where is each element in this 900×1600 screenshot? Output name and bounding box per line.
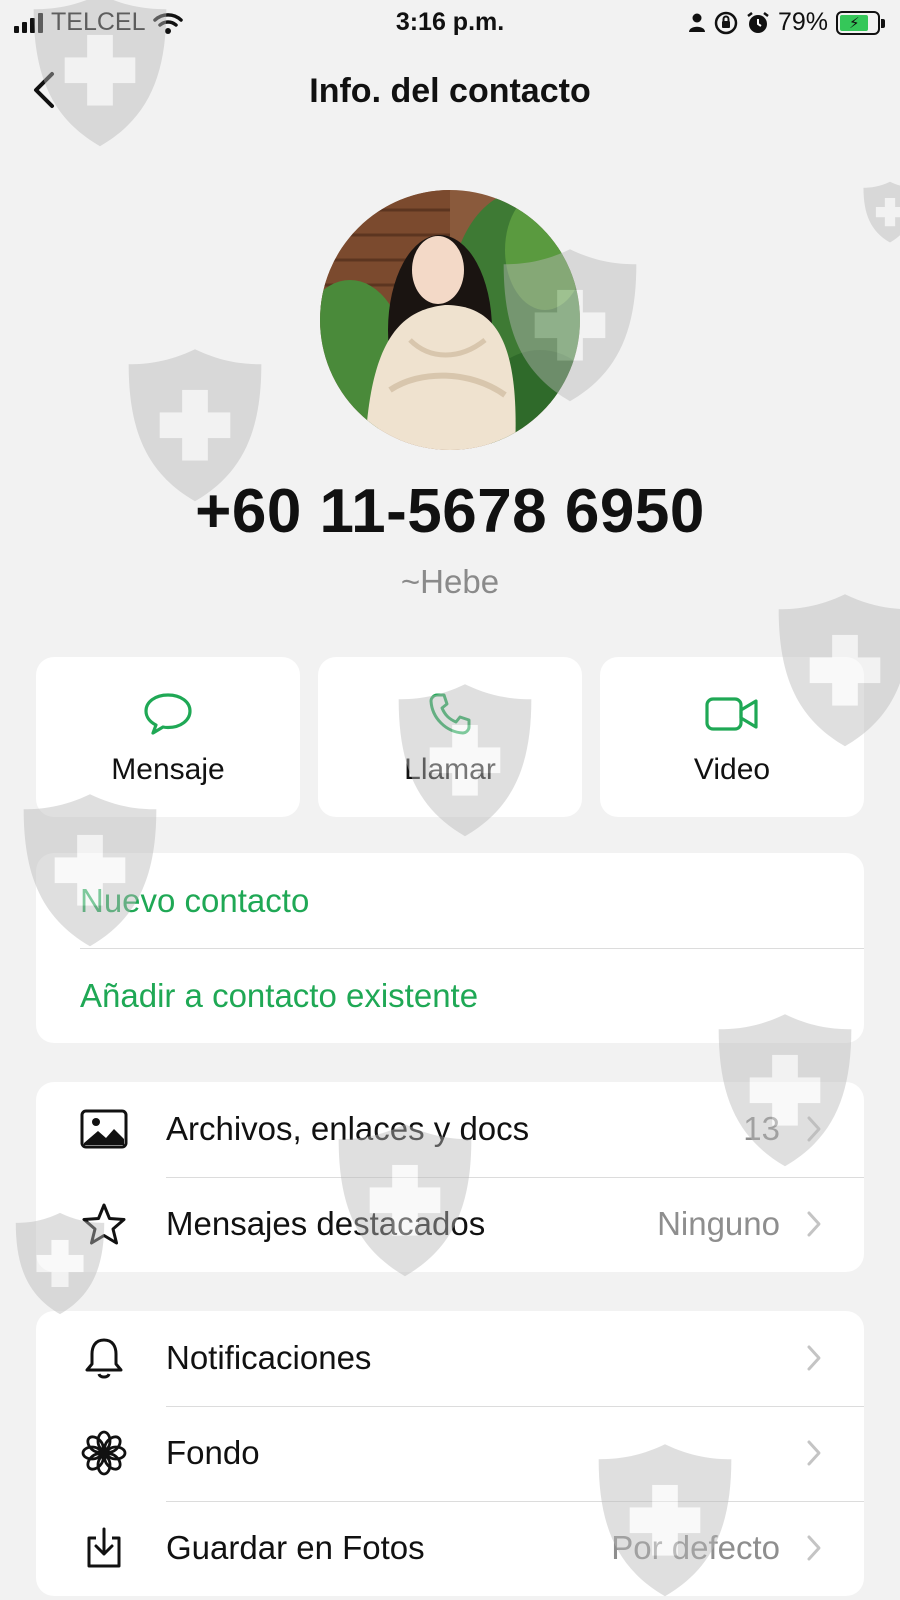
chevron-right-icon bbox=[807, 1116, 821, 1142]
contact-phone: +60 11-5678 6950 bbox=[195, 477, 705, 546]
bell-icon bbox=[80, 1335, 128, 1381]
starred-messages-label: Mensajes destacados bbox=[166, 1205, 486, 1242]
save-to-photos-label: Guardar en Fotos bbox=[166, 1529, 425, 1566]
message-button[interactable]: Mensaje bbox=[36, 657, 300, 817]
image-icon bbox=[80, 1106, 128, 1152]
status-right: 79% ⚡ bbox=[688, 8, 885, 37]
battery-percent: 79% bbox=[777, 8, 828, 36]
wallpaper-label: Fondo bbox=[166, 1434, 260, 1471]
nav-bar: Info. del contacto bbox=[0, 56, 900, 126]
battery-icon: ⚡ bbox=[836, 10, 885, 35]
contact-options-card: Nuevo contacto Añadir a contacto existen… bbox=[36, 853, 864, 1043]
save-to-photos-row[interactable]: Guardar en Fotos Por defecto bbox=[36, 1501, 864, 1596]
call-button[interactable]: Llamar bbox=[318, 657, 582, 817]
download-icon bbox=[80, 1525, 128, 1571]
contact-name: ~Hebe bbox=[400, 563, 500, 600]
add-to-existing-label: Añadir a contacto existente bbox=[80, 976, 479, 1014]
page-title: Info. del contacto bbox=[309, 72, 591, 110]
files-links-docs-label: Archivos, enlaces y docs bbox=[166, 1110, 530, 1147]
new-contact-label: Nuevo contacto bbox=[80, 881, 310, 919]
message-icon bbox=[141, 691, 195, 737]
starred-messages-row[interactable]: Mensajes destacados Ninguno bbox=[36, 1177, 864, 1272]
files-links-docs-row[interactable]: Archivos, enlaces y docs 13 bbox=[36, 1082, 864, 1177]
video-label: Video bbox=[693, 753, 771, 786]
call-label: Llamar bbox=[404, 753, 496, 786]
contact-avatar[interactable] bbox=[320, 190, 580, 450]
wallpaper-row[interactable]: Fondo bbox=[36, 1406, 864, 1501]
video-icon bbox=[705, 691, 759, 737]
alarm-icon bbox=[747, 11, 769, 33]
watermark-shield-icon bbox=[860, 180, 900, 244]
video-button[interactable]: Video bbox=[600, 657, 864, 817]
status-bar: TELCEL 3:16 p.m. 79% ⚡ bbox=[0, 0, 900, 46]
notifications-label: Notificaciones bbox=[166, 1339, 372, 1376]
new-contact-button[interactable]: Nuevo contacto bbox=[36, 853, 864, 948]
action-buttons: Mensaje Llamar Video bbox=[36, 657, 864, 817]
flower-icon bbox=[80, 1430, 128, 1476]
chevron-right-icon bbox=[807, 1440, 821, 1466]
media-card: Archivos, enlaces y docs 13 Mensajes des… bbox=[36, 1082, 864, 1272]
chevron-right-icon bbox=[807, 1211, 821, 1237]
save-to-photos-value: Por defecto bbox=[611, 1529, 780, 1566]
files-count: 13 bbox=[743, 1110, 780, 1147]
message-label: Mensaje bbox=[111, 753, 225, 786]
settings-card: Notificaciones Fondo Guardar en Fotos Po… bbox=[36, 1311, 864, 1596]
notifications-row[interactable]: Notificaciones bbox=[36, 1311, 864, 1406]
starred-messages-value: Ninguno bbox=[657, 1205, 780, 1242]
add-to-existing-contact-button[interactable]: Añadir a contacto existente bbox=[36, 948, 864, 1043]
orientation-lock-icon bbox=[714, 11, 738, 34]
chevron-right-icon bbox=[807, 1535, 821, 1561]
star-icon bbox=[80, 1201, 128, 1247]
person-icon bbox=[688, 13, 705, 32]
chevron-right-icon bbox=[807, 1345, 821, 1371]
phone-icon bbox=[423, 691, 477, 737]
